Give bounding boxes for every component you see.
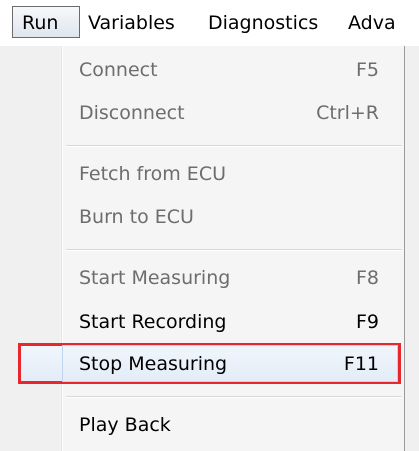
menu-separator (66, 396, 402, 398)
menu-separator (66, 145, 402, 147)
icon-column (0, 46, 60, 451)
menu-diagnostics[interactable]: Diagnostics (208, 5, 318, 41)
icon-column-divider-highlight (62, 46, 63, 451)
menu-run[interactable]: Run (12, 6, 80, 38)
menu-item-burn-to-ecu[interactable]: Burn to ECU (65, 196, 403, 238)
menu-item-label: Disconnect (79, 102, 185, 124)
menu-item-disconnect[interactable]: Disconnect Ctrl+R (65, 92, 403, 134)
menu-item-label: Fetch from ECU (79, 163, 226, 185)
menu-item-start-measuring[interactable]: Start Measuring F8 (65, 257, 403, 299)
menu-item-fetch-from-ecu[interactable]: Fetch from ECU (65, 153, 403, 195)
menu-item-shortcut: F5 (355, 59, 379, 81)
menu-item-label: Connect (79, 59, 158, 81)
menu-item-label: Burn to ECU (79, 206, 194, 228)
menu-item-label: Start Measuring (79, 267, 231, 289)
dropdown-panel: Connect F5 Disconnect Ctrl+R Fetch from … (0, 46, 405, 451)
menu-advanced[interactable]: Adva (348, 5, 396, 41)
menu-item-shortcut: Ctrl+R (316, 102, 379, 124)
menu-variables[interactable]: Variables (88, 5, 175, 41)
menu-bar: Run Variables Diagnostics Adva (0, 0, 419, 46)
menu-item-shortcut: F8 (355, 267, 379, 289)
menu-item-label: Stop Measuring (79, 353, 228, 375)
menu-separator (66, 249, 402, 251)
run-dropdown-menu: Connect F5 Disconnect Ctrl+R Fetch from … (0, 46, 419, 451)
menu-item-shortcut: F9 (355, 311, 379, 333)
menu-item-label: Play Back (79, 414, 171, 436)
menu-item-label: Start Recording (79, 311, 227, 333)
menu-item-start-recording[interactable]: Start Recording F9 (65, 301, 403, 343)
menu-item-connect[interactable]: Connect F5 (65, 49, 403, 91)
menu-item-shortcut: F11 (343, 353, 379, 375)
menu-item-stop-measuring[interactable]: Stop Measuring F11 (65, 343, 403, 385)
menu-item-play-back[interactable]: Play Back (65, 404, 403, 446)
